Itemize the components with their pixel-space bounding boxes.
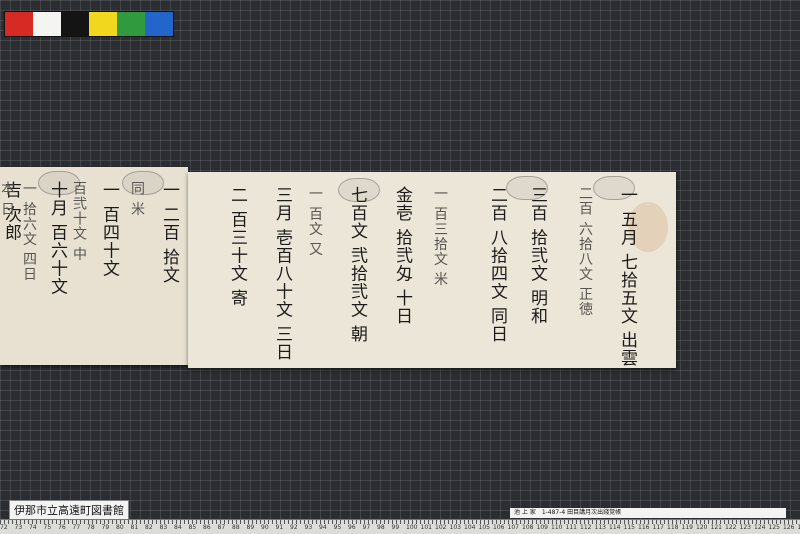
handwritten-column: 金壱 拾弐匁 十日 bbox=[393, 186, 410, 325]
measurement-ruler: 7273747576777879808182838485868788899091… bbox=[0, 519, 800, 534]
color-swatch bbox=[5, 12, 33, 36]
handwritten-column: 七百文 弐拾弐文 朝 bbox=[348, 186, 365, 343]
handwritten-column: 一 五月 七拾五文 出雲 bbox=[618, 186, 635, 367]
handwritten-column: 一 百四十文 bbox=[100, 181, 117, 277]
document-main-sheet: 一 五月 七拾五文 出雲 二百 六拾八文 正徳 三百 拾弐文 明和 二百 八拾四文 同… bbox=[188, 172, 676, 368]
handwritten-column: 本 日 bbox=[0, 181, 14, 216]
handwritten-column: 三百 拾弐文 明和 bbox=[528, 186, 545, 325]
document-left-fragment: 一 二百 拾文同 米一 百四十文百弐十文 中十月 百六十文一 拾六文 四日吉 次… bbox=[0, 167, 188, 365]
library-label: 伊那市立高遠町図書館 bbox=[9, 500, 129, 520]
handwritten-column: 百弐十文 中 bbox=[72, 181, 86, 261]
catalog-label: 池 上 家 1-487-4 田目講月次出錢覚帳 bbox=[510, 508, 786, 518]
handwritten-column: 一 百三拾文 米 bbox=[433, 186, 447, 287]
color-swatch bbox=[33, 12, 61, 36]
color-swatch bbox=[61, 12, 89, 36]
handwritten-column: 十月 百六十文 bbox=[48, 181, 65, 295]
color-checker-bar bbox=[4, 11, 174, 37]
handwritten-column: 二 百三十文 寄 bbox=[228, 186, 245, 307]
handwritten-column: 二百 八拾四文 同日 bbox=[488, 186, 505, 343]
handwritten-column: 一 百文 又 bbox=[308, 186, 322, 257]
color-swatch bbox=[89, 12, 117, 36]
color-swatch bbox=[145, 12, 173, 36]
color-swatch bbox=[117, 12, 145, 36]
handwritten-column: 二百 六拾八文 正徳 bbox=[578, 186, 592, 317]
handwritten-column: 一 二百 拾文 bbox=[160, 181, 177, 284]
handwritten-column: 三月 壱百八十文 三日 bbox=[273, 186, 290, 361]
handwritten-column: 同 米 bbox=[130, 181, 144, 216]
handwritten-column: 一 拾六文 四日 bbox=[22, 181, 36, 282]
